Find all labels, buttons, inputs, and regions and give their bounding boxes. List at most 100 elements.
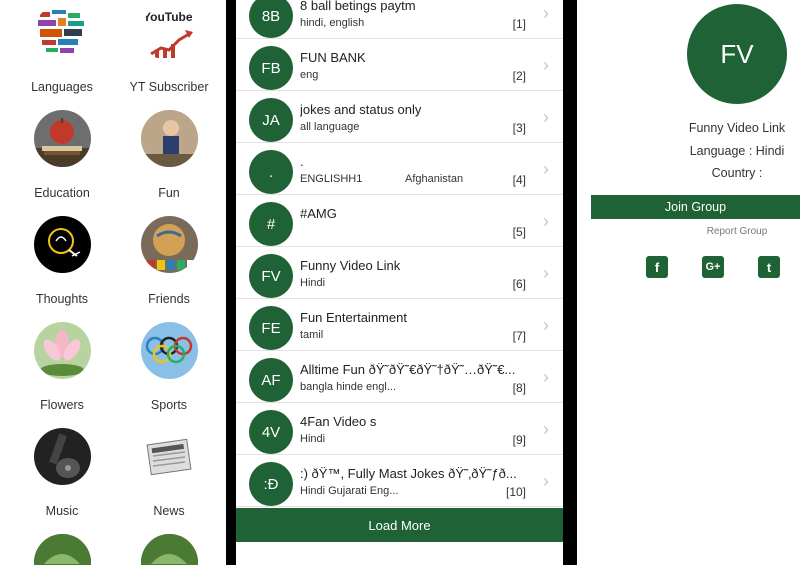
chevron-right-icon: › [543, 419, 549, 439]
chevron-right-icon: › [543, 367, 549, 387]
chevron-right-icon: › [543, 107, 549, 127]
group-avatar: JA [249, 98, 293, 142]
list-item[interactable]: AF Alltime Fun ðŸ˜ðŸ˜€ðŸ˜†ðŸ˜…ðŸ˜€... ba… [236, 351, 563, 403]
group-index: [1] [512, 17, 526, 31]
group-name: :) ðŸ™, Fully Mast Jokes ðŸ˜‚ðŸ˜ƒð... [300, 466, 517, 481]
category-thoughts[interactable]: Thoughts [17, 216, 107, 306]
group-name: jokes and status only [300, 102, 422, 117]
chevron-right-icon: › [543, 3, 549, 23]
group-name: Funny Video Link [300, 258, 401, 273]
group-language: ENGLISHH1 [300, 173, 363, 185]
chevron-right-icon: › [543, 263, 549, 283]
news-icon [140, 428, 198, 485]
group-avatar: 8B [249, 0, 293, 38]
group-index: [9] [512, 433, 526, 447]
group-detail-language: Language : Hindi [689, 144, 785, 158]
category-languages[interactable]: Languages [17, 4, 107, 94]
list-item[interactable]: 8B 8 ball betings paytm hindi, english [… [236, 0, 563, 39]
category-news[interactable]: News [124, 428, 214, 518]
category-label: Friends [148, 292, 190, 306]
chevron-right-icon: › [543, 471, 549, 491]
chevron-right-icon: › [543, 55, 549, 75]
sports-icon [140, 322, 198, 379]
category-label: Fun [158, 186, 180, 200]
education-icon [33, 110, 91, 167]
report-group-link[interactable]: Report Group [677, 226, 797, 237]
group-language: Hindi Gujarati Eng... [300, 485, 399, 497]
group-index: [5] [512, 225, 526, 239]
category-panel: Languages YouTube YT Subscriber Educatio… [0, 0, 226, 565]
languages-icon [33, 4, 91, 61]
group-index: [8] [512, 381, 526, 395]
group-name: Fun Entertainment [300, 310, 407, 325]
group-language: Hindi [300, 433, 326, 445]
group-name: 8 ball betings paytm [300, 0, 416, 13]
group-country: Afghanistan [405, 173, 464, 185]
facebook-icon[interactable]: f [646, 256, 668, 278]
group-name: 4Fan Video s [300, 414, 377, 429]
category-label: Languages [31, 80, 93, 94]
google-plus-icon[interactable]: G+ [702, 256, 724, 278]
list-item[interactable]: 4V 4Fan Video s Hindi [9] › [236, 403, 563, 455]
category-label: Sports [150, 398, 188, 412]
group-index: [3] [512, 121, 526, 135]
category-yt-subscriber[interactable]: YouTube YT Subscriber [124, 4, 214, 94]
group-avatar: # [249, 202, 293, 246]
nature-icon [140, 534, 198, 565]
group-language: all language [300, 121, 360, 133]
group-avatar: FE [249, 306, 293, 350]
list-item[interactable]: :Ð :) ðŸ™, Fully Mast Jokes ðŸ˜‚ðŸ˜ƒð...… [236, 455, 563, 507]
twitter-icon[interactable]: t [758, 256, 780, 278]
list-item[interactable]: JA jokes and status only all language [3… [236, 91, 563, 143]
group-name: FUN BANK [300, 50, 366, 65]
fun-icon [140, 110, 198, 167]
list-item[interactable]: # #AMG [5] › [236, 195, 563, 247]
group-list-panel: 8B 8 ball betings paytm hindi, english [… [236, 0, 563, 565]
music-icon [33, 428, 91, 485]
category-fun[interactable]: Fun [124, 110, 214, 200]
group-detail-panel: FV Funny Video Link Language : Hindi Cou… [577, 0, 800, 565]
group-name: . [300, 154, 304, 169]
category-label: YT Subscriber [129, 80, 209, 94]
category-label: Education [34, 186, 90, 200]
list-item[interactable]: FB FUN BANK eng [2] › [236, 39, 563, 91]
group-avatar: :Ð [249, 462, 293, 506]
join-group-button[interactable]: Join Group [591, 195, 800, 219]
group-language: tamil [300, 329, 324, 341]
category-education[interactable]: Education [17, 110, 107, 200]
group-index: [7] [512, 329, 526, 343]
category-music[interactable]: Music [17, 428, 107, 518]
category-label: News [153, 504, 185, 518]
category-friends[interactable]: Friends [124, 216, 214, 306]
group-avatar: FB [249, 46, 293, 90]
group-index: [10] [505, 485, 526, 499]
group-detail-avatar: FV [687, 4, 787, 104]
list-item[interactable]: FV Funny Video Link Hindi [6] › [236, 247, 563, 299]
group-name: Alltime Fun ðŸ˜ðŸ˜€ðŸ˜†ðŸ˜…ðŸ˜€... [300, 362, 516, 377]
chevron-right-icon: › [543, 211, 549, 231]
group-language: hindi, english [300, 17, 365, 29]
category-sports[interactable]: Sports [124, 322, 214, 412]
group-name: #AMG [300, 206, 337, 221]
chevron-right-icon: › [543, 159, 549, 179]
group-avatar: 4V [249, 410, 293, 454]
category-nature-2[interactable] [124, 534, 214, 565]
category-label: Flowers [40, 398, 84, 412]
friends-icon [140, 216, 198, 273]
group-detail-name: Funny Video Link [688, 121, 786, 135]
chevron-right-icon: › [543, 315, 549, 335]
list-item[interactable]: FE Fun Entertainment tamil [7] › [236, 299, 563, 351]
category-label: Music [45, 504, 79, 518]
group-index: [4] [512, 173, 526, 187]
group-detail-country: Country : [711, 166, 763, 180]
nature-icon [33, 534, 91, 565]
category-flowers[interactable]: Flowers [17, 322, 107, 412]
category-nature-1[interactable] [17, 534, 107, 565]
youtube-logo-text: YouTube [143, 10, 193, 24]
list-item[interactable]: . . ENGLISHH1 Afghanistan [4] › [236, 143, 563, 195]
group-avatar: AF [249, 358, 293, 402]
load-more-button[interactable]: Load More [236, 508, 563, 542]
group-language: bangla hinde engl... [300, 381, 397, 393]
flower-icon [33, 322, 91, 379]
group-avatar: FV [249, 254, 293, 298]
